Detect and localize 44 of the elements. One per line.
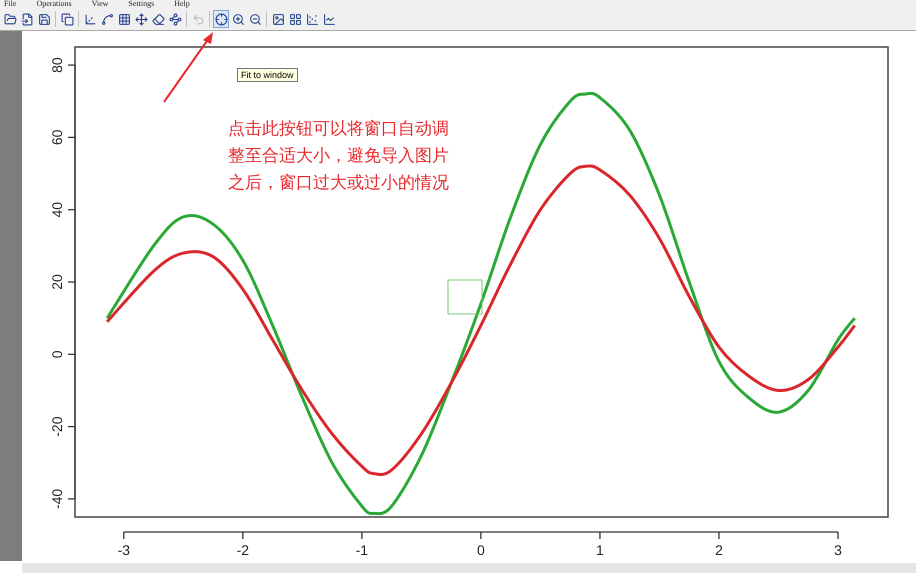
open-folder-icon <box>4 12 16 26</box>
scatter-icon <box>306 12 318 26</box>
eraser-icon <box>152 12 164 26</box>
y-tick-label: -40 <box>49 488 65 510</box>
menu-item[interactable]: View <box>92 0 108 8</box>
axes-icon <box>84 12 96 26</box>
grid-icon <box>118 12 130 26</box>
curve-icon <box>100 12 114 26</box>
zoom-in-icon <box>232 12 244 26</box>
crosshair-button[interactable] <box>213 10 229 28</box>
x-tick-label: 0 <box>477 542 485 558</box>
y-tick-label: 20 <box>49 274 65 290</box>
import-icon <box>20 12 34 26</box>
move-icon <box>134 12 148 26</box>
selection-square <box>448 280 482 314</box>
menu-item[interactable]: Operations <box>36 0 72 8</box>
annotation-text: 整至合适大小，避免导入图片 <box>228 145 449 168</box>
menu-item[interactable]: Help <box>174 0 190 8</box>
copy-icon <box>60 12 74 26</box>
y-tick-label: 0 <box>49 350 65 358</box>
menu-item[interactable]: File <box>4 0 16 8</box>
x-tick-label: 1 <box>596 542 604 558</box>
zoom-out-icon <box>248 12 262 26</box>
menu-item[interactable]: Settings <box>128 0 154 8</box>
x-tick-label: 2 <box>715 542 723 558</box>
save-icon <box>38 12 50 26</box>
y-tick-label: -20 <box>49 416 65 437</box>
image-icon <box>272 12 284 26</box>
x-tick-label: -1 <box>356 542 368 558</box>
annotation-text: 之后，窗口过大或过小的情况 <box>228 172 449 195</box>
y-tick-label: 80 <box>49 57 65 73</box>
pointer-arrow <box>163 32 213 103</box>
crosshair-icon <box>214 12 228 26</box>
line-chart-icon <box>322 12 336 26</box>
x-tick-label: 3 <box>834 542 842 558</box>
x-tick-label: -2 <box>236 542 250 558</box>
annotation-text: 点击此按钮可以将窗口自动调 <box>228 118 449 141</box>
points-icon <box>168 12 182 26</box>
undo-icon <box>192 12 204 26</box>
y-tick-label: 40 <box>49 202 65 218</box>
x-tick-label: -3 <box>118 542 130 558</box>
tooltip: Fit to window <box>237 68 298 82</box>
grid-icon <box>288 12 302 26</box>
y-tick-label: 60 <box>49 130 65 146</box>
